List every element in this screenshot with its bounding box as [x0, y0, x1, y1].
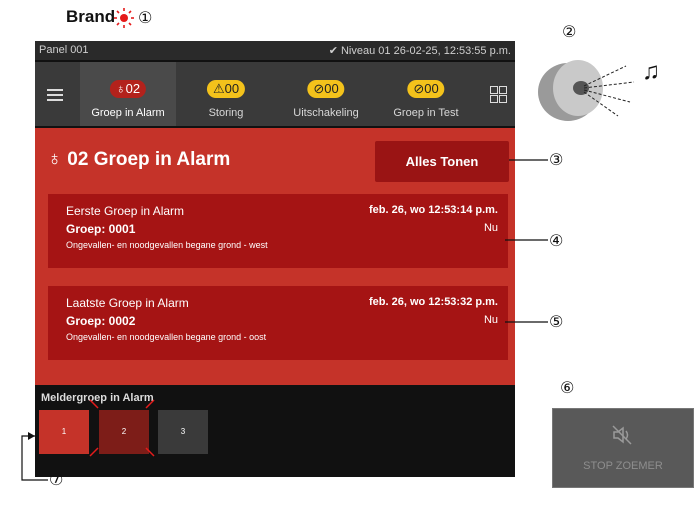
stop-zoemer-button[interactable]: STOP ZOEMER: [552, 408, 694, 488]
callout-6: ⑥: [560, 378, 575, 397]
callout-7: ⑦: [49, 470, 64, 489]
speaker-muted-icon: [612, 425, 634, 450]
callout-4: ④: [549, 231, 564, 250]
callout-3: ③: [549, 150, 564, 169]
callout-5: ⑤: [549, 312, 564, 331]
stop-zoemer-label: STOP ZOEMER: [583, 460, 663, 472]
